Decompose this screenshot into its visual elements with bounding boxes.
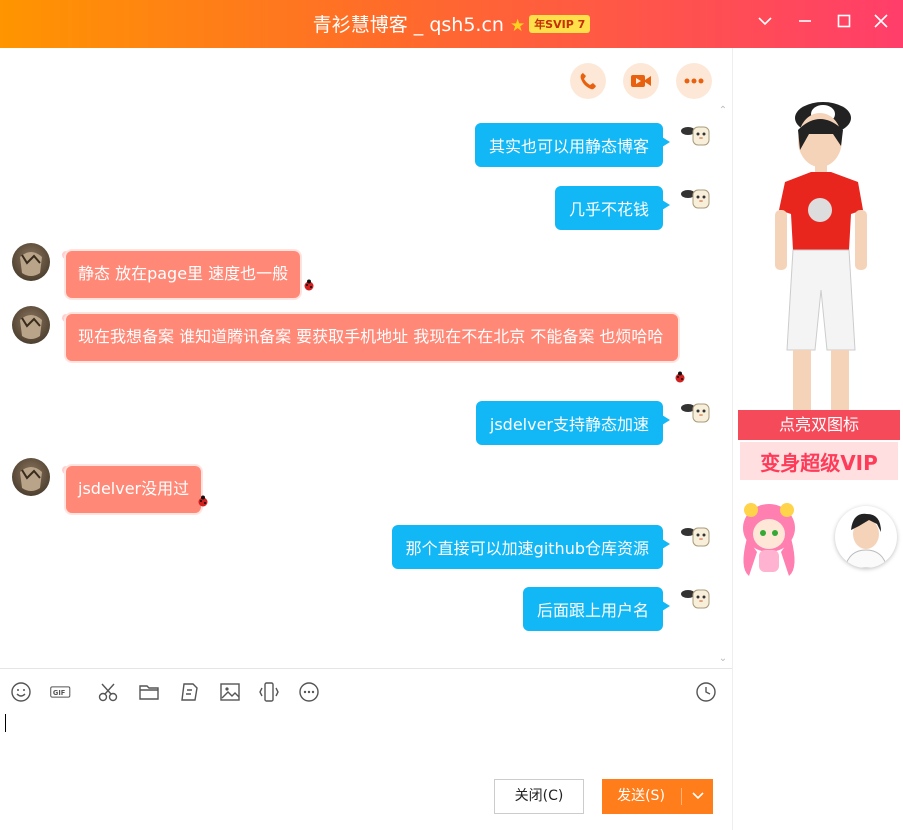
contact-avatar[interactable] xyxy=(12,306,50,344)
folder-icon[interactable] xyxy=(138,681,160,703)
input-toolbar: GIF xyxy=(0,668,732,714)
chevron-down-icon[interactable] xyxy=(753,12,777,36)
message-bubble-outgoing[interactable]: jsdelver支持静态加速 xyxy=(475,401,671,445)
chibi-girl-avatar[interactable] xyxy=(733,498,805,580)
contact-avatar[interactable] xyxy=(12,458,50,496)
maximize-button[interactable] xyxy=(832,12,856,36)
close-window-button[interactable] xyxy=(869,12,893,36)
close-button[interactable]: 关闭(C) xyxy=(494,779,584,814)
hamster-avatar-icon[interactable] xyxy=(680,524,712,552)
svip-badge[interactable]: 年SVIP 7 xyxy=(529,15,591,33)
text-caret xyxy=(5,714,6,732)
more-icon[interactable] xyxy=(298,681,320,703)
banner-line2: 变身超级VIP xyxy=(738,440,900,482)
message-bubble-outgoing[interactable]: 其实也可以用静态博客 xyxy=(474,123,671,167)
shake-icon[interactable] xyxy=(258,681,280,703)
history-icon[interactable] xyxy=(695,681,717,703)
contact-avatar[interactable] xyxy=(12,243,50,281)
message-input[interactable] xyxy=(0,714,732,780)
star-icon: ★ xyxy=(509,16,526,36)
scroll-up-icon[interactable]: ⌃ xyxy=(716,105,730,116)
hamster-avatar-icon[interactable] xyxy=(680,186,712,214)
more-dots-icon[interactable] xyxy=(676,63,712,99)
boy-avatar[interactable] xyxy=(835,506,897,568)
message-bubble-outgoing[interactable]: 那个直接可以加速github仓库资源 xyxy=(391,525,671,569)
ladybug-icon xyxy=(674,368,686,383)
video-icon[interactable] xyxy=(623,63,659,99)
title-bar: 青衫慧博客 _ qsh5.cn ★ 年SVIP 7 xyxy=(0,0,903,48)
message-bubble-outgoing[interactable]: 几乎不花钱 xyxy=(554,186,671,230)
hamster-avatar-icon[interactable] xyxy=(680,586,712,614)
svip-promo-banner[interactable]: 点亮双图标 变身超级VIP xyxy=(738,410,900,482)
scissors-icon[interactable] xyxy=(97,681,119,703)
image-icon[interactable] xyxy=(219,681,241,703)
hamster-avatar-icon[interactable] xyxy=(680,123,712,151)
banner-line1: 点亮双图标 xyxy=(738,410,900,440)
ladybug-icon xyxy=(197,492,209,507)
phone-icon[interactable] xyxy=(570,63,606,99)
send-options-chevron-icon[interactable] xyxy=(682,779,713,814)
gif-icon[interactable]: GIF xyxy=(50,681,80,703)
message-bubble-incoming[interactable]: 现在我想备案 谁知道腾讯备案 要获取手机地址 我现在不在北京 不能备案 也烦哈哈 xyxy=(66,314,678,361)
window-title-text: 青衫慧博客 _ qsh5.cn xyxy=(312,14,504,36)
message-bubble-outgoing[interactable]: 后面跟上用户名 xyxy=(522,587,671,631)
hamster-avatar-icon[interactable] xyxy=(680,400,712,428)
svg-text:GIF: GIF xyxy=(53,689,65,697)
message-bubble-incoming[interactable]: jsdelver没用过 xyxy=(66,466,202,513)
send-button[interactable]: 发送(S) xyxy=(602,779,713,814)
document-icon[interactable] xyxy=(179,681,201,703)
side-panel: 点亮双图标 变身超级VIP xyxy=(732,48,903,830)
scroll-down-icon[interactable]: ⌄ xyxy=(716,653,730,664)
send-button-label[interactable]: 发送(S) xyxy=(602,779,680,814)
emoji-icon[interactable] xyxy=(10,681,32,703)
minimize-button[interactable] xyxy=(793,12,817,36)
ladybug-icon xyxy=(303,276,315,291)
chat-history[interactable]: ⌃ 其实也可以用静态博客 几乎不花钱 静态 放在page里 速度也一般 现在我想… xyxy=(0,48,732,668)
message-bubble-incoming[interactable]: 静态 放在page里 速度也一般 xyxy=(66,251,301,298)
